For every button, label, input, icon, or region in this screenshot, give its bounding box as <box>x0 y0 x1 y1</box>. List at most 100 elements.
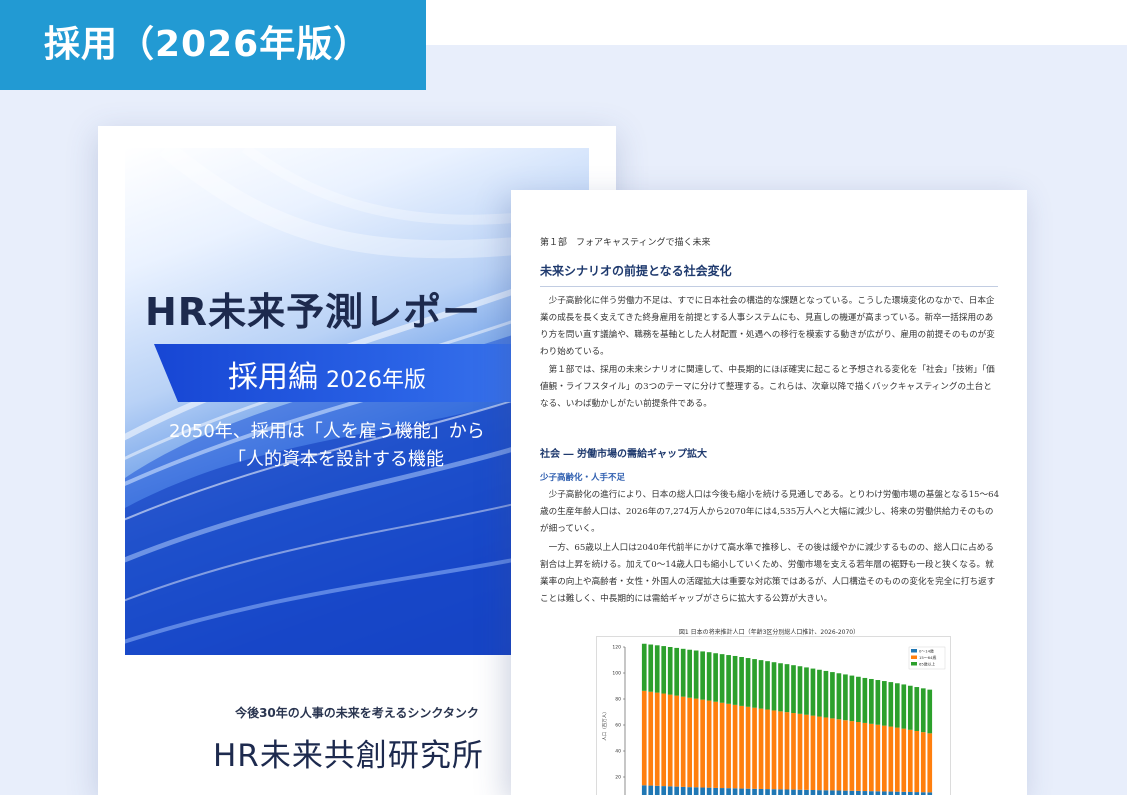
bar-segment <box>894 683 900 728</box>
bar-segment <box>641 690 647 786</box>
bar-segment <box>817 790 822 795</box>
bar-segment <box>654 645 660 693</box>
legend-swatch <box>911 655 917 659</box>
bar-segment <box>817 716 822 791</box>
bar-segment <box>881 681 887 726</box>
bar-segment <box>687 697 693 788</box>
bar-segment <box>706 700 712 788</box>
bar-segment <box>875 680 881 725</box>
bar-segment <box>771 662 777 711</box>
cover-subtitle: 2050年、採用は「人を雇う機能」から 「人的資本を設計する機能 <box>169 418 569 474</box>
bar-segment <box>674 786 680 795</box>
bar-segment <box>817 669 822 717</box>
bar-segment <box>713 653 718 702</box>
bar-segment <box>881 791 887 795</box>
bar-segment <box>765 661 770 710</box>
bar-segment <box>719 702 725 789</box>
bar-segment <box>888 682 894 727</box>
bar-segment <box>784 664 790 713</box>
bar-segment <box>687 649 693 698</box>
bar-segment <box>706 652 712 701</box>
bar-segment <box>648 644 654 692</box>
bar-segment <box>700 699 705 788</box>
bar-segment <box>869 791 874 795</box>
bar-segment <box>739 705 744 789</box>
bar-segment <box>797 666 803 714</box>
bar-segment <box>752 788 757 795</box>
bar-segment <box>674 647 680 696</box>
bar-segment <box>661 693 667 787</box>
paragraph: 少子高齢化に伴う労働力不足は、すでに日本社会の構造的な課題となっている。こうした… <box>540 296 995 357</box>
bar-segment <box>843 720 848 791</box>
bar-segment <box>791 713 796 790</box>
bar-segment <box>713 701 718 788</box>
bar-segment <box>843 674 848 721</box>
bar-segment <box>791 789 796 795</box>
bar-segment <box>648 691 654 786</box>
y-tick-label: 60 <box>615 723 621 729</box>
bar-segment <box>862 722 868 792</box>
bar-segment <box>667 647 673 695</box>
bar-segment <box>693 787 699 795</box>
y-tick-label: 20 <box>615 775 621 781</box>
bar-segment <box>810 790 816 795</box>
bar-segment <box>771 789 777 795</box>
bar-segment <box>836 673 842 720</box>
bar-segment <box>927 733 933 793</box>
bar-segment <box>894 727 900 792</box>
bar-segment <box>726 703 731 789</box>
bar-segment <box>674 695 680 787</box>
bar-segment <box>706 787 712 795</box>
bar-segment <box>907 685 913 730</box>
bar-segment <box>869 723 874 792</box>
y-tick-label: 80 <box>615 697 621 703</box>
bar-segment <box>823 717 829 791</box>
bar-segment <box>700 787 705 795</box>
bar-segment <box>752 659 757 708</box>
bar-segment <box>849 675 855 722</box>
bar-segment <box>648 785 654 795</box>
bar-segment <box>778 663 783 712</box>
paragraph: 第１部では、採用の未来シナリオに関連して、中長期的にほぼ確実に起こると予想される… <box>540 365 995 409</box>
bar-segment <box>856 676 861 723</box>
bar-segment <box>804 667 809 715</box>
bar-segment <box>719 654 725 703</box>
bar-segment <box>797 789 803 795</box>
paragraph: 一方、65歳以上人口は2040年代前半にかけて高水準で推移し、その後は緩やかに減… <box>540 543 996 604</box>
bar-segment <box>719 788 725 795</box>
cover-band-main: 採用編 <box>228 360 318 395</box>
cover-subtitle-line2: 「人的資本を設計する機能 <box>228 449 444 470</box>
bar-segment <box>875 724 881 792</box>
bar-segment <box>901 684 907 729</box>
bar-segment <box>823 790 829 795</box>
sub-sub-heading: 少子高齢化・人手不足 <box>540 473 626 483</box>
bar-segment <box>693 698 699 788</box>
bar-segment <box>758 788 764 795</box>
section-title: 未来シナリオの前提となる社会変化 <box>540 262 998 287</box>
bar-segment <box>732 704 738 789</box>
bar-segment <box>745 658 751 707</box>
bar-segment <box>914 730 920 793</box>
cover-title: HR未来予測レポー <box>145 290 482 334</box>
bar-segment <box>901 728 907 792</box>
bar-segment <box>797 713 803 790</box>
legend-label: 0〜14歳 <box>919 648 934 653</box>
y-tick-label: 100 <box>612 671 621 677</box>
bar-segment <box>667 786 673 795</box>
cover-band-year: 2026年版 <box>326 368 426 393</box>
bar-segment <box>661 646 667 694</box>
bar-segment <box>778 789 783 795</box>
bar-segment <box>732 788 738 795</box>
bar-segment <box>791 665 796 714</box>
bar-segment <box>726 788 731 795</box>
bar-segment <box>661 786 667 795</box>
bar-segment <box>830 672 835 719</box>
y-tick-label: 40 <box>615 749 621 755</box>
bar-segment <box>726 655 731 704</box>
population-chart: 020406080100120人口（百万人）0〜14歳15〜64歳65歳以上 <box>596 636 951 795</box>
bar-segment <box>881 725 887 792</box>
bar-segment <box>693 650 699 699</box>
bar-segment <box>836 790 842 795</box>
stacked-bar-chart: 020406080100120人口（百万人）0〜14歳15〜64歳65歳以上 <box>602 643 946 795</box>
bar-segment <box>784 712 790 790</box>
